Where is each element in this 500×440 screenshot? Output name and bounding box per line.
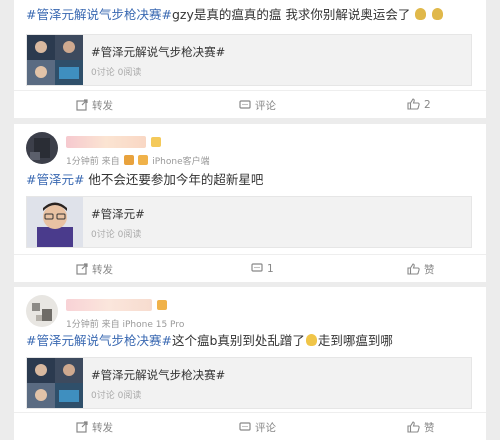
comment-label: 评论 [255,422,276,434]
topic-link[interactable]: #管泽元# [26,172,84,187]
topic-thumbnail [27,35,83,85]
topic-link[interactable]: #管泽元解说气步枪决赛# [26,7,172,22]
post-card: #管泽元解说气步枪决赛#gzy是真的瘟真的瘟 我求你别解说奥运会了 #管泽元解说… [14,0,486,118]
post-time: 1分钟前 [66,157,99,167]
repost-icon [76,99,88,111]
post-header: 1分钟前 来自 iPhone 15 Pro [26,295,466,333]
comment-icon [239,100,251,109]
share-title: #管泽元解说气步枪决赛# [91,45,226,59]
avatar[interactable] [26,295,58,327]
share-title: #管泽元# [91,207,145,221]
comment-icon [251,263,263,272]
repost-button[interactable]: 转发 [76,262,113,277]
comment-icon [239,422,251,431]
like-label: 赞 [424,264,435,276]
like-button[interactable]: 赞 [407,262,435,277]
post-card: 1分钟前 来自 iPhone 15 Pro #管泽元解说气步枪决赛#这个瘟b真别… [14,287,486,440]
post-source-label: 来自 [101,320,120,330]
tiger-badge-icon [123,155,134,165]
post-body-tail: 走到哪瘟到哪 [317,333,393,348]
repost-icon [76,421,88,433]
post-text: #管泽元解说气步枪决赛#这个瘟b真别到处乱蹭了 走到哪瘟到哪 [26,332,393,350]
post-body: 这个瘟b真别到处乱蹭了 [171,333,305,348]
post-card: 1分钟前 来自 iPhone客户端 #管泽元# 他不会还要参加今年的超新星吧 #… [14,124,486,282]
post-client[interactable]: iPhone客户端 [152,157,209,167]
post-client[interactable]: iPhone 15 Pro [123,320,185,330]
post-text: #管泽元# 他不会还要参加今年的超新星吧 [26,171,263,189]
comment-button[interactable]: 评论 [239,98,276,113]
vip-badge [151,137,161,147]
comment-button[interactable]: 1 [251,262,274,275]
username[interactable] [66,136,146,148]
avatar[interactable] [26,132,58,164]
post-meta: 1分钟前 来自 iPhone客户端 [66,154,210,167]
thumbs-up-icon [407,263,420,275]
repost-icon [76,263,88,275]
like-button[interactable]: 2 [407,98,431,111]
shared-topic-card[interactable]: #管泽元解说气步枪决赛# 0讨论 0阅读 [26,34,472,86]
post-body: gzy是真的瘟真的瘟 我求你别解说奥运会了 [171,7,411,22]
like-button[interactable]: 赞 [407,420,435,435]
shared-topic-card[interactable]: #管泽元# 0讨论 0阅读 [26,196,472,248]
post-header: 1分钟前 来自 iPhone客户端 [26,132,466,170]
share-stats: 0讨论 0阅读 [91,391,142,401]
repost-button[interactable]: 转发 [76,420,113,435]
trophy-emoji [415,8,427,20]
repost-label: 转发 [92,264,113,276]
tiger-badge-icon [138,155,149,165]
comment-count: 1 [267,263,274,275]
comment-label: 评论 [255,100,276,112]
thumbs-up-icon [407,421,420,433]
smirk-emoji [305,334,317,346]
post-meta: 1分钟前 来自 iPhone 15 Pro [66,317,184,330]
topic-thumbnail [27,358,83,408]
like-label: 赞 [424,422,435,434]
shared-topic-card[interactable]: #管泽元解说气步枪决赛# 0讨论 0阅读 [26,357,472,409]
action-bar: 转发 评论 赞 [14,412,486,440]
action-bar: 转发 评论 2 [14,90,486,118]
thumbs-up-icon [407,98,420,110]
repost-label: 转发 [92,100,113,112]
share-stats: 0讨论 0阅读 [91,68,142,78]
post-time: 1分钟前 [66,320,99,330]
topic-thumbnail [27,197,83,247]
trophy-emoji [432,8,444,20]
action-bar: 转发 1 赞 [14,254,486,282]
share-stats: 0讨论 0阅读 [91,230,142,240]
post-source-label: 来自 [101,157,120,167]
like-count: 2 [424,99,431,111]
username[interactable] [66,299,152,311]
share-title: #管泽元解说气步枪决赛# [91,368,226,382]
repost-button[interactable]: 转发 [76,98,113,113]
repost-label: 转发 [92,422,113,434]
topic-link[interactable]: #管泽元解说气步枪决赛# [26,333,172,348]
vip-badge [157,300,167,310]
comment-button[interactable]: 评论 [239,420,276,435]
post-body: 他不会还要参加今年的超新星吧 [84,172,264,187]
post-text: #管泽元解说气步枪决赛#gzy是真的瘟真的瘟 我求你别解说奥运会了 [26,6,444,24]
